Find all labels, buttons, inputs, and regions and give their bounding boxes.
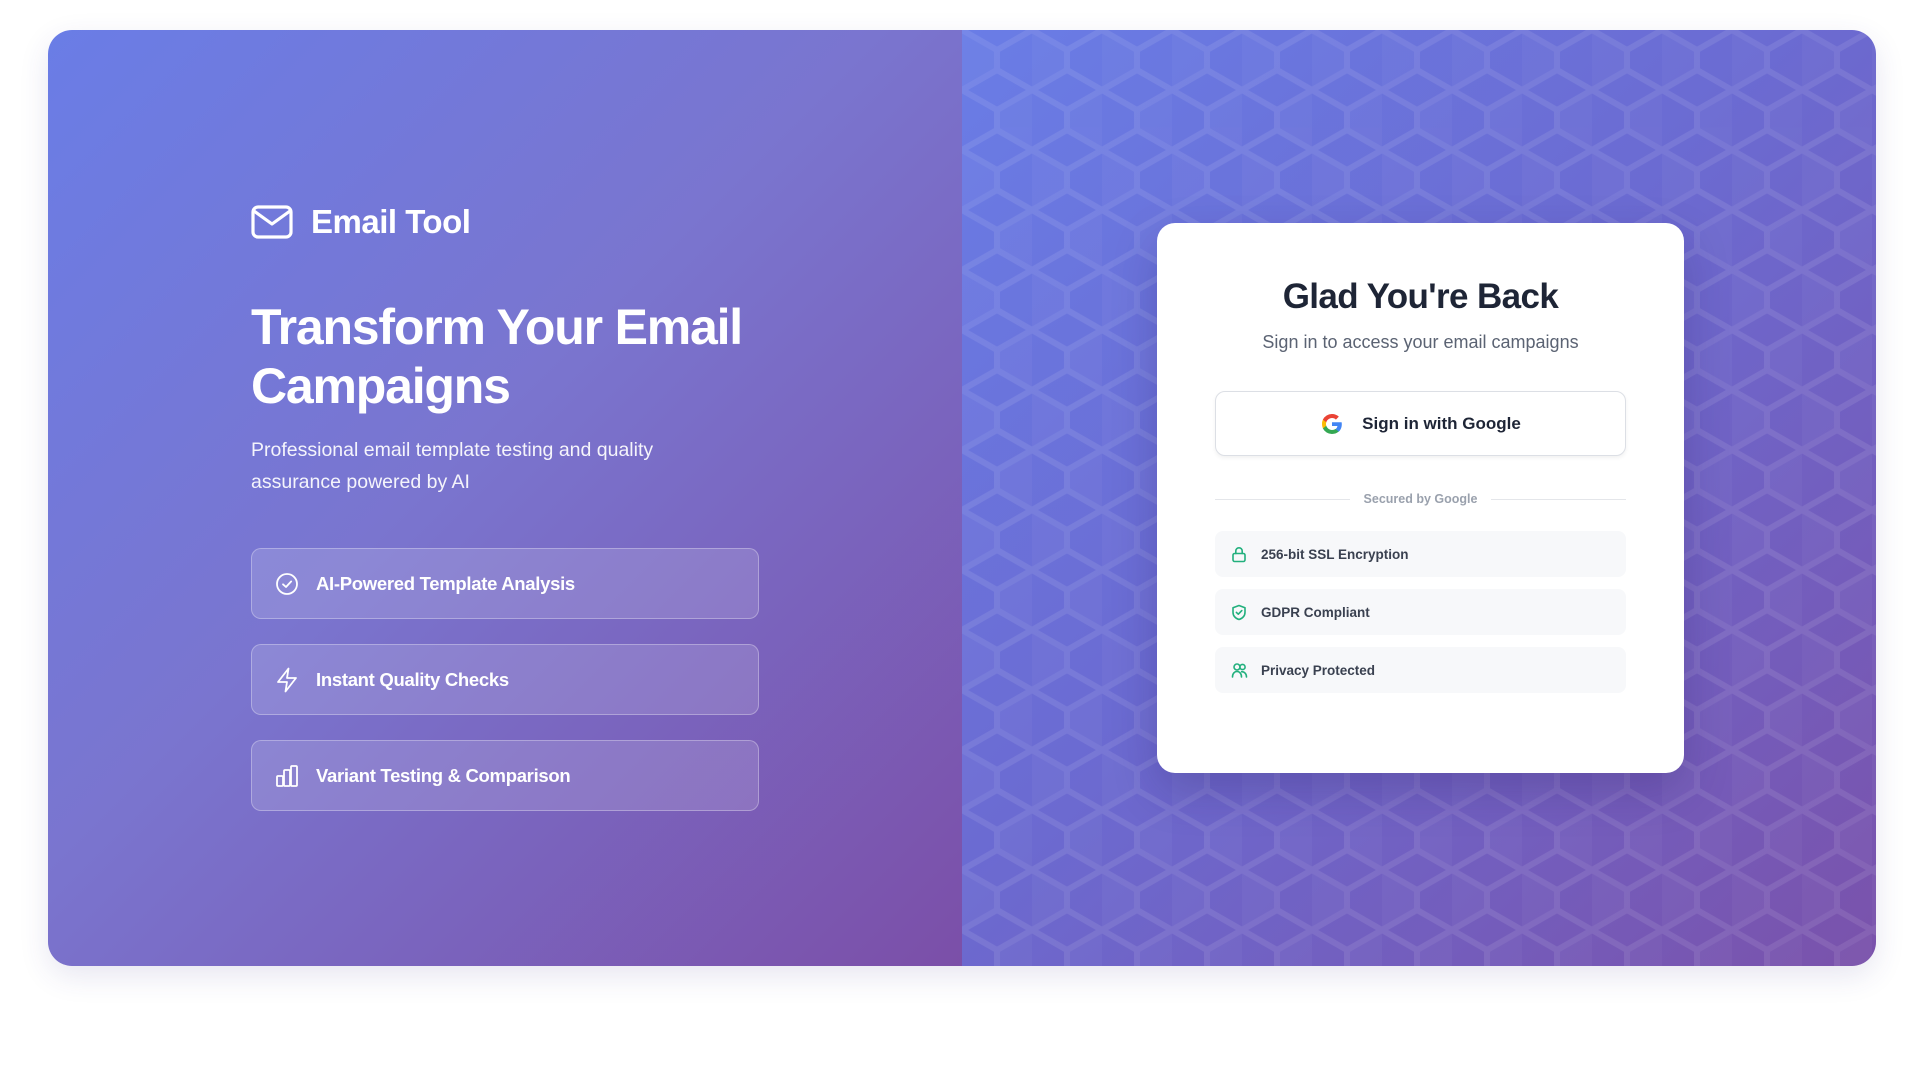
badge-label: GDPR Compliant [1261,604,1370,620]
bar-chart-icon [274,763,300,789]
hero-title: Transform Your Email Campaigns [251,299,743,414]
shield-check-icon [1231,603,1249,621]
login-frame: Email Tool Transform Your Email Campaign… [48,30,1876,966]
brand: Email Tool [251,198,761,246]
feature-item: Instant Quality Checks [251,644,759,715]
security-badge: GDPR Compliant [1215,589,1626,635]
feature-list: AI-Powered Template Analysis Instant Qua… [251,548,761,811]
brand-name: Email Tool [311,203,471,240]
lock-icon [1231,545,1249,563]
secured-divider: Secured by Google [1215,492,1627,506]
security-badges: 256-bit SSL Encryption GDPR Compliant Pr… [1215,531,1626,693]
google-button-label: Sign in with Google [1362,413,1521,433]
signin-panel: Glad You're Back Sign in to access your … [962,30,1876,966]
divider-text: Secured by Google [1363,492,1478,506]
lightning-icon [274,667,300,693]
badge-label: Privacy Protected [1261,662,1376,678]
google-logo-icon [1320,411,1346,437]
signin-card: Glad You're Back Sign in to access your … [1157,223,1684,773]
feature-label: Instant Quality Checks [316,668,509,690]
security-badge: Privacy Protected [1215,647,1626,693]
feature-item: AI-Powered Template Analysis [251,548,759,619]
google-signin-button[interactable]: Sign in with Google [1215,391,1626,456]
divider-line [1491,498,1627,500]
badge-label: 256-bit SSL Encryption [1261,546,1409,562]
feature-label: Variant Testing & Comparison [316,764,571,786]
feature-item: Variant Testing & Comparison [251,740,759,811]
check-circle-icon [274,571,300,597]
card-title: Glad You're Back [1282,277,1559,316]
mail-icon [251,202,297,242]
feature-label: AI-Powered Template Analysis [316,572,575,594]
hero-content: Email Tool Transform Your Email Campaign… [251,198,761,811]
hero-subtitle: Professional email template testing and … [251,439,654,493]
hero-panel: Email Tool Transform Your Email Campaign… [48,30,962,966]
card-subtitle: Sign in to access your email campaigns [1262,332,1579,352]
security-badge: 256-bit SSL Encryption [1215,531,1626,577]
divider-line [1215,498,1350,500]
users-icon [1231,661,1249,679]
